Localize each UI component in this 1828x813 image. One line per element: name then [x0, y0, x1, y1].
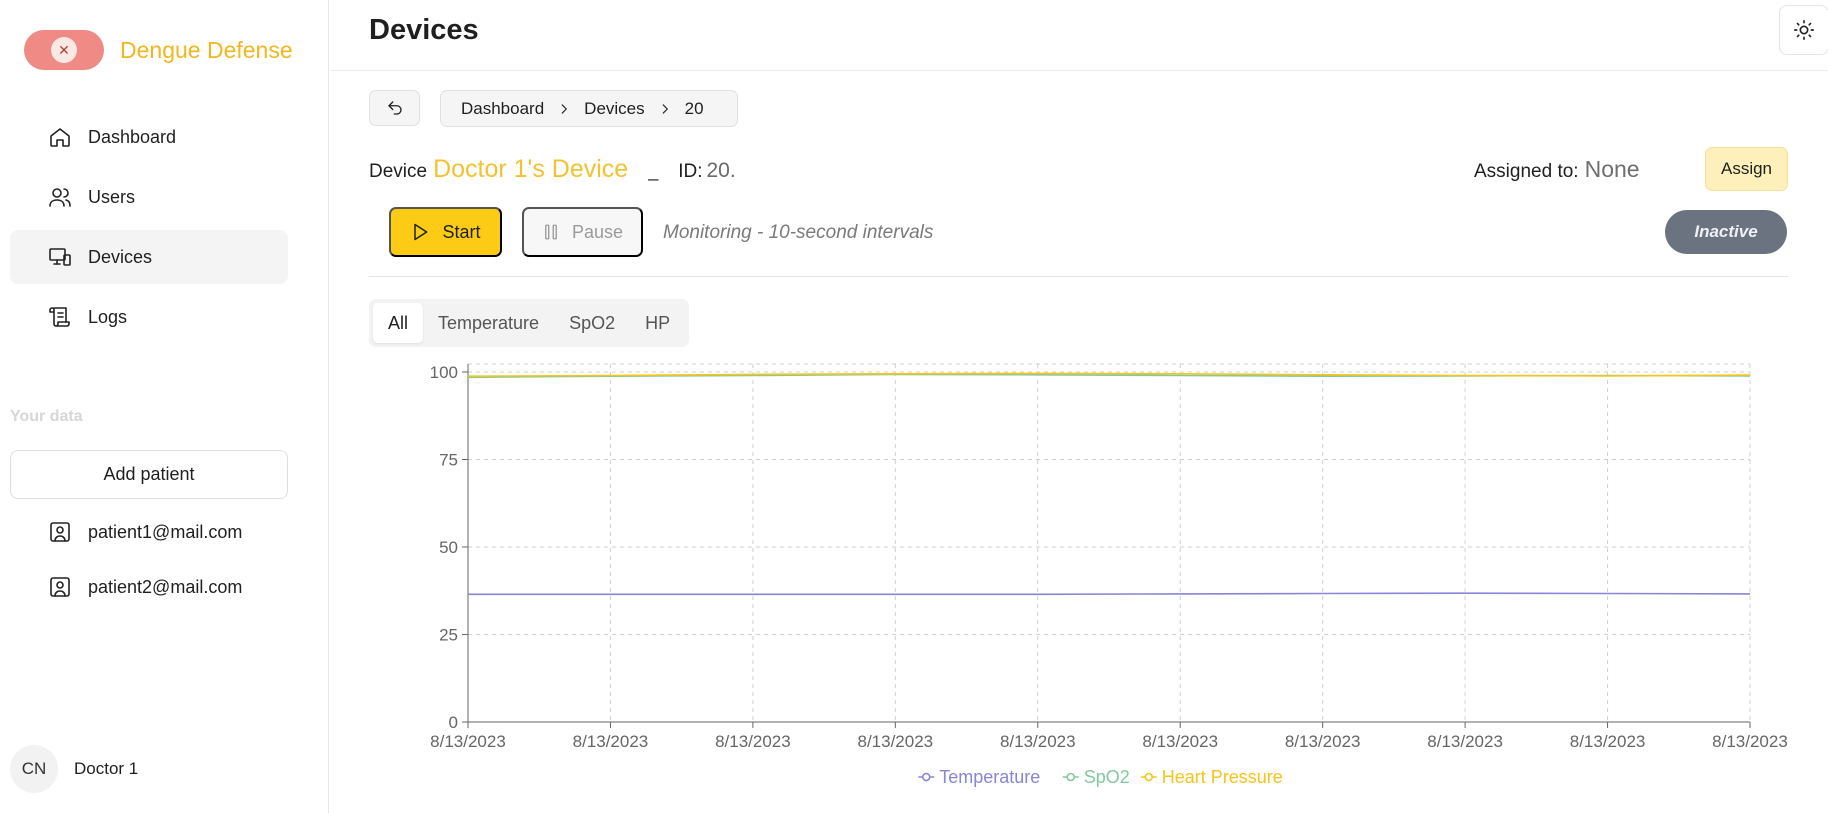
header-divider	[330, 70, 1828, 71]
scroll-icon	[49, 307, 70, 327]
y-tick-label: 50	[439, 538, 458, 557]
x-tick-label: 8/13/2023	[1000, 732, 1076, 751]
devices-icon	[49, 248, 71, 266]
patient-email: patient1@mail.com	[88, 521, 243, 542]
sun-icon	[1794, 20, 1814, 40]
y-tick-label: 0	[449, 713, 458, 732]
series-line-temperature	[468, 592, 1751, 596]
legend-label: Temperature	[939, 767, 1040, 787]
your-data-label: Your data	[10, 408, 83, 425]
start-button[interactable]: Start	[389, 207, 502, 257]
x-tick-label: 8/13/2023	[1427, 732, 1503, 751]
y-tick-label: 75	[439, 451, 458, 470]
x-tick-label: 8/13/2023	[1570, 732, 1646, 751]
assigned-value: None	[1584, 156, 1640, 182]
legend-label: Heart Pressure	[1162, 767, 1283, 787]
chevron-right-icon	[557, 102, 571, 116]
chevron-right-icon	[658, 102, 672, 116]
contact-icon	[50, 522, 70, 542]
legend-marker-dot	[921, 772, 931, 782]
device-id: 20.	[706, 159, 736, 182]
device-name: Doctor 1's Device	[433, 155, 629, 183]
sidebar-item-label: Users	[88, 186, 136, 207]
legend-label: SpO2	[1084, 767, 1130, 787]
user-footer[interactable]: CN Doctor 1	[10, 745, 138, 793]
x-tick-label: 8/13/2023	[430, 732, 506, 751]
avatar: CN	[10, 745, 58, 793]
back-button[interactable]	[369, 90, 420, 126]
patient-email: patient2@mail.com	[88, 576, 243, 597]
brand[interactable]: ✕ Dengue Defense	[24, 30, 293, 70]
x-tick-label: 8/13/2023	[1285, 732, 1361, 751]
sidebar: ✕ Dengue Defense Dashboard Users Devices…	[0, 0, 329, 813]
sidebar-item-label: Dashboard	[88, 126, 177, 147]
brand-name: Dengue Defense	[120, 36, 293, 63]
device-prefix: Device	[369, 161, 428, 182]
device-header: Device Doctor 1's Device _ ID: 20.	[369, 155, 736, 184]
start-label: Start	[442, 221, 481, 242]
sidebar-item-devices[interactable]: Devices	[10, 230, 288, 284]
legend-marker-dot	[1144, 772, 1154, 782]
section-divider	[369, 276, 1788, 277]
device-separator: _	[648, 161, 659, 181]
user-name: Doctor 1	[74, 759, 139, 778]
patient-item[interactable]: patient2@mail.com	[48, 575, 242, 599]
x-tick-label: 8/13/2023	[858, 732, 934, 751]
page-title: Devices	[369, 14, 479, 46]
sidebar-item-label: Devices	[88, 246, 153, 267]
legend-marker-dot	[1066, 772, 1076, 782]
assign-button[interactable]: Assign	[1705, 147, 1788, 191]
x-tick-label: 8/13/2023	[715, 732, 791, 751]
y-tick-label: 25	[439, 626, 458, 645]
home-icon	[50, 128, 70, 147]
breadcrumb-item-current: 20	[684, 98, 704, 118]
breadcrumb-item-devices[interactable]: Devices	[584, 99, 644, 119]
device-id-label: ID:	[678, 161, 703, 182]
status-badge: Inactive	[1665, 210, 1787, 254]
contact-icon	[50, 577, 70, 597]
theme-toggle-button[interactable]	[1779, 5, 1828, 55]
tab-hp[interactable]: HP	[630, 303, 685, 343]
assigned-info: Assigned to: None	[1474, 156, 1640, 183]
play-icon	[414, 223, 428, 241]
pause-label: Pause	[571, 221, 624, 242]
y-tick-label: 100	[430, 363, 458, 382]
pause-button[interactable]: Pause	[522, 207, 643, 257]
breadcrumb-item-dashboard[interactable]: Dashboard	[461, 99, 544, 119]
assigned-label: Assigned to:	[1474, 161, 1579, 182]
tab-temperature[interactable]: Temperature	[423, 303, 554, 343]
patient-item[interactable]: patient1@mail.com	[48, 520, 242, 544]
brand-logo: ✕	[24, 30, 104, 70]
add-patient-button[interactable]: Add patient	[10, 450, 288, 499]
x-tick-label: 8/13/2023	[1142, 732, 1218, 751]
chart-tabs: All Temperature SpO2 HP	[369, 299, 690, 347]
users-icon	[49, 188, 71, 207]
x-tick-label: 8/13/2023	[573, 732, 649, 751]
undo-icon	[387, 101, 402, 115]
sidebar-item-logs[interactable]: Logs	[10, 290, 288, 344]
x-tick-label: 8/13/2023	[1712, 732, 1788, 751]
sidebar-item-label: Logs	[88, 306, 128, 327]
pause-icon	[545, 224, 557, 240]
tab-all[interactable]: All	[373, 303, 424, 343]
breadcrumb: Dashboard Devices 20	[440, 90, 738, 127]
tab-spo2[interactable]: SpO2	[554, 303, 630, 343]
mosquito-icon: ✕	[51, 37, 77, 63]
monitoring-text: Monitoring - 10-second intervals	[663, 222, 934, 243]
sidebar-item-users[interactable]: Users	[10, 170, 288, 224]
sidebar-nav: Dashboard Users Devices Logs	[10, 110, 288, 350]
vitals-line-chart: 0 25 50 75 100 8/13/2023 8/13/2023 8/13/2023 8/1…	[430, 363, 1788, 787]
sidebar-item-dashboard[interactable]: Dashboard	[10, 110, 288, 164]
